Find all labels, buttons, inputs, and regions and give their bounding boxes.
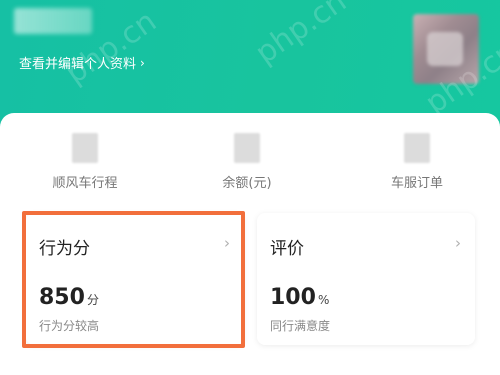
rating-tile[interactable]: 评价 › 100% 同行满意度 (257, 213, 475, 345)
chevron-right-icon: › (455, 234, 461, 252)
quick-link-orders[interactable]: 车服订单 (362, 133, 472, 191)
behavior-score-unit: 分 (86, 293, 99, 307)
rating-value-group: 100% (270, 285, 329, 310)
behavior-score-tile[interactable]: 行为分 › 850 分 行为分较高 (26, 213, 244, 345)
behavior-score-title: 行为分 (39, 239, 90, 259)
quick-link-label: 顺风车行程 (52, 176, 118, 191)
quick-link-label: 余额(元) (222, 176, 272, 191)
quick-link-label: 车服订单 (390, 176, 443, 191)
balance-icon (234, 133, 260, 163)
trips-icon (72, 133, 98, 163)
quick-link-balance[interactable]: 余额(元) (192, 133, 302, 191)
rating-value: 100 (270, 285, 316, 310)
behavior-score-value: 850 (39, 285, 85, 310)
username-blurred (14, 8, 92, 34)
watermark-text: php.cn (249, 0, 353, 72)
avatar[interactable] (413, 14, 479, 84)
behavior-score-subtitle: 行为分较高 (39, 319, 100, 333)
rating-unit: % (317, 293, 330, 307)
edit-profile-link[interactable]: 查看并编辑个人资料 › (19, 53, 145, 73)
edit-profile-label: 查看并编辑个人资料 (19, 57, 137, 72)
chevron-right-icon: › (224, 234, 230, 252)
orders-icon (404, 133, 430, 163)
behavior-score-value-group: 850 分 (39, 285, 99, 310)
quick-link-trips[interactable]: 顺风车行程 (30, 133, 140, 191)
chevron-right-icon: › (140, 55, 145, 70)
rating-title: 评价 (270, 239, 304, 259)
rating-subtitle: 同行满意度 (270, 319, 331, 333)
profile-card: 顺风车行程 余额(元) 车服订单 行为分 › 850 分 行为分较高 评价 › 1… (0, 113, 500, 375)
